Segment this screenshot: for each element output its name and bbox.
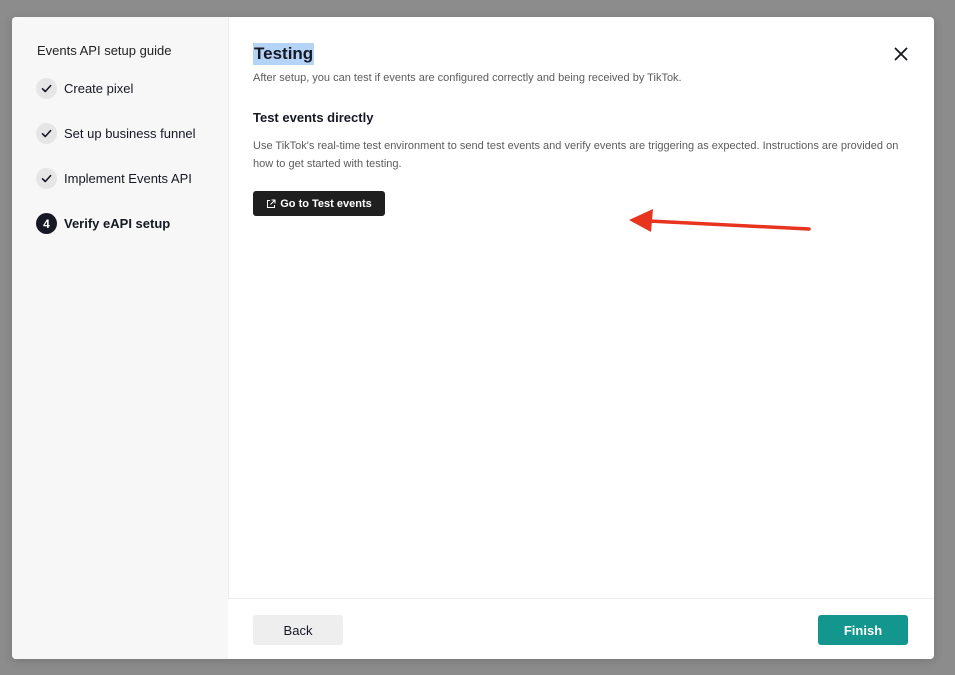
close-button[interactable]: [892, 45, 910, 63]
annotation-arrow: [629, 209, 811, 232]
page-subtitle: After setup, you can test if events are …: [253, 72, 682, 84]
close-icon: [894, 47, 908, 61]
section-description: Use TikTok's real-time test environment …: [253, 140, 899, 170]
back-button[interactable]: Back: [253, 615, 343, 645]
page-title: Testing: [253, 43, 315, 65]
go-to-test-events-button[interactable]: Go to Test events: [253, 191, 385, 216]
step-label: Verify eAPI setup: [64, 216, 171, 231]
setup-guide-modal: Events API setup guide Create pixel Set …: [12, 17, 934, 659]
step-verify-eapi[interactable]: 4 Verify eAPI setup: [36, 213, 170, 234]
sidebar-title: Events API setup guide: [37, 43, 172, 58]
step-business-funnel[interactable]: Set up business funnel: [36, 123, 196, 144]
step-label: Implement Events API: [64, 171, 192, 186]
check-icon: [36, 168, 57, 189]
go-to-test-events-label: Go to Test events: [280, 197, 372, 210]
step-create-pixel[interactable]: Create pixel: [36, 78, 133, 99]
step-implement-events-api[interactable]: Implement Events API: [36, 168, 192, 189]
section-heading: Test events directly: [253, 110, 374, 125]
main-content: Testing After setup, you can test if eve…: [253, 17, 934, 598]
check-icon: [36, 123, 57, 144]
sidebar: Events API setup guide Create pixel Set …: [12, 17, 229, 659]
finish-button[interactable]: Finish: [818, 615, 908, 645]
check-icon: [36, 78, 57, 99]
step-label: Set up business funnel: [64, 126, 196, 141]
footer: Back Finish: [228, 598, 934, 659]
step-label: Create pixel: [64, 81, 134, 96]
step-number-badge: 4: [36, 213, 57, 234]
external-link-icon: [267, 199, 276, 208]
